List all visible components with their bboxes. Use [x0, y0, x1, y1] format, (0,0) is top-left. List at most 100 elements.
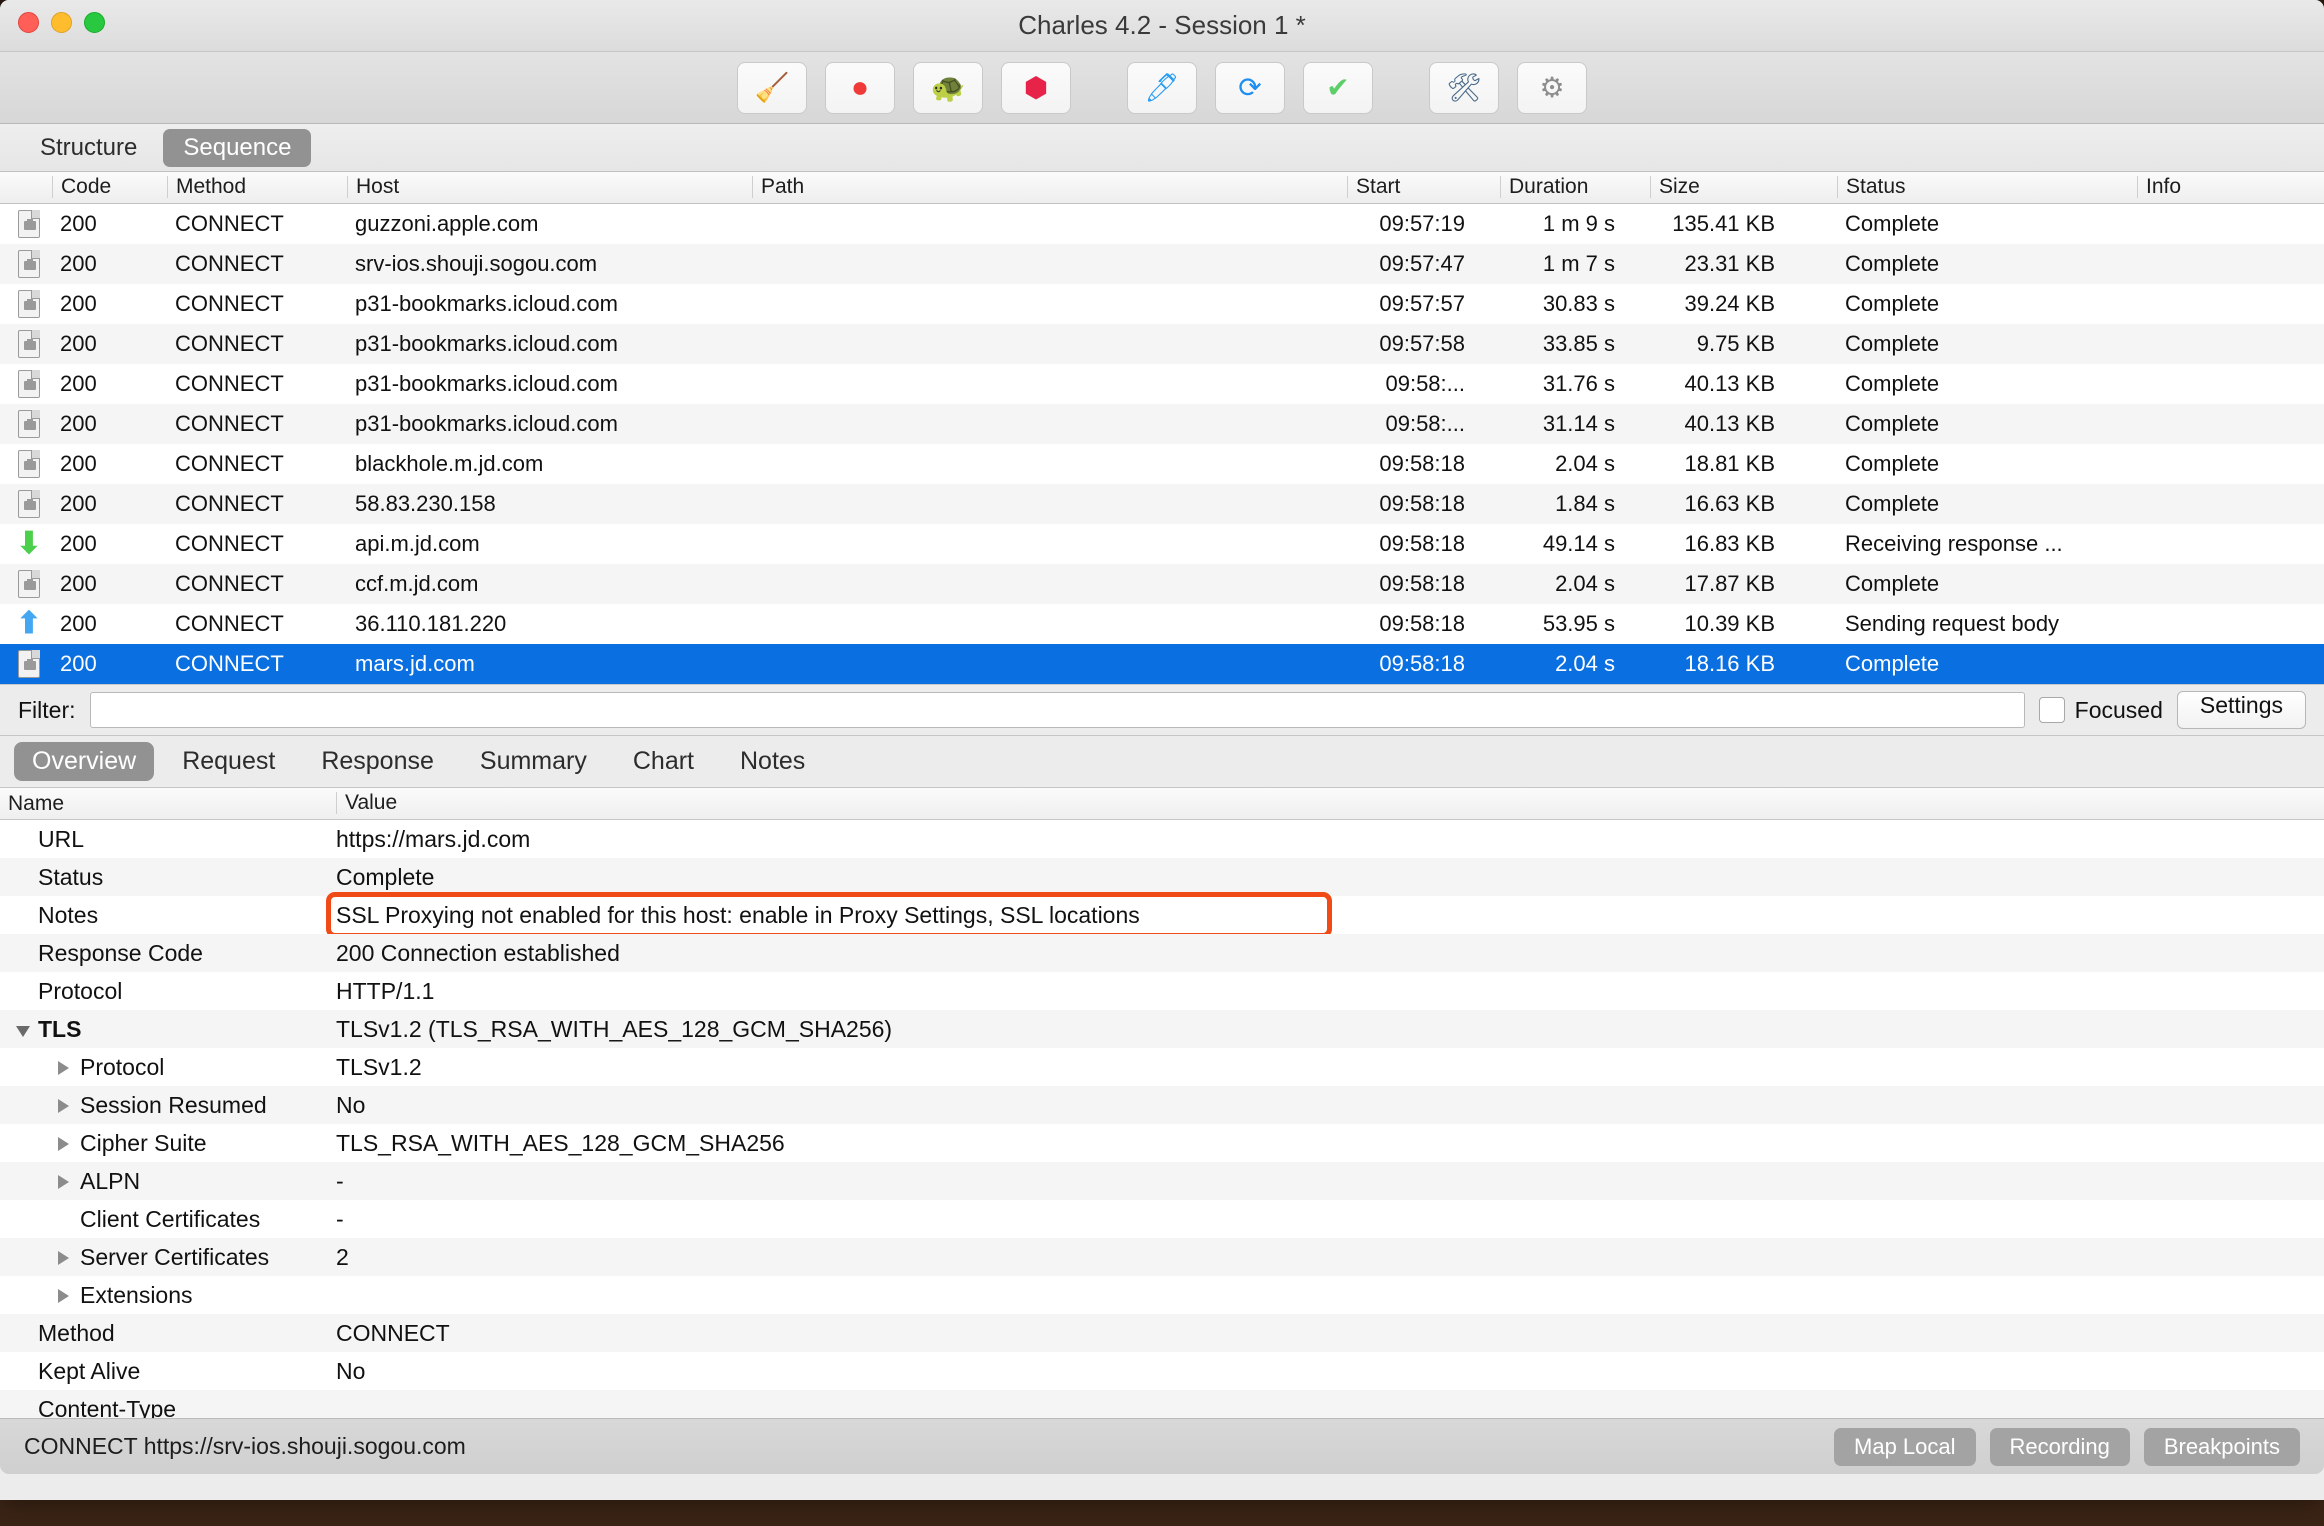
detail-row-value: No: [336, 1358, 366, 1384]
filter-settings-button[interactable]: Settings: [2176, 691, 2306, 729]
settings-button[interactable]: ⚙: [1517, 61, 1587, 114]
chevron-right-icon[interactable]: [58, 1137, 69, 1151]
session-row[interactable]: ⬆ 200 CONNECT 36.110.181.220 09:58:18 53.95 s…: [0, 604, 2324, 644]
recording-button[interactable]: Recording: [1989, 1427, 2130, 1466]
status-bar-text: CONNECT https://srv-ios.shouji.sogou.com: [24, 1433, 466, 1459]
tools-button[interactable]: 🛠: [1429, 61, 1499, 114]
repeat-button[interactable]: ⟳: [1215, 61, 1285, 114]
session-row[interactable]: 200 CONNECT p31-bookmarks.icloud.com 09:58:…: [0, 404, 2324, 444]
column-header-method[interactable]: Method: [167, 176, 246, 198]
column-header-info[interactable]: Info: [2137, 176, 2181, 198]
detail-row[interactable]: Cipher Suite TLS_RSA_WITH_AES_128_GCM_SHA…: [0, 1124, 2324, 1162]
cell-duration: 1.84 s: [1555, 491, 1615, 516]
focused-checkbox[interactable]: [2038, 697, 2065, 723]
filter-input[interactable]: [89, 692, 2025, 728]
lock-icon: [14, 369, 44, 399]
session-row[interactable]: ⬇ 200 CONNECT api.m.jd.com 09:58:18 49.14 s 16…: [0, 524, 2324, 564]
compose-button[interactable]: 🖊: [1127, 61, 1197, 114]
cell-status: Complete: [1845, 451, 1940, 476]
column-header-size[interactable]: Size: [1650, 176, 1700, 198]
toolbar-group-settings: 🛠 ⚙: [1420, 61, 1596, 114]
detail-row-name: Client Certificates: [80, 1206, 261, 1232]
session-row[interactable]: 200 CONNECT p31-bookmarks.icloud.com 09:57:…: [0, 324, 2324, 364]
detail-row[interactable]: Session Resumed No: [0, 1086, 2324, 1124]
cell-status: Complete: [1845, 371, 1940, 396]
chevron-right-icon[interactable]: [58, 1175, 69, 1189]
cell-status: Sending request body: [1845, 611, 2060, 636]
gear-icon: ⚙: [1539, 71, 1565, 103]
throttling-button[interactable]: 🐢: [913, 61, 983, 114]
lock-icon: [14, 289, 44, 319]
session-row[interactable]: 200 CONNECT 58.83.230.158 09:58:18 1.84 s 16.…: [0, 484, 2324, 524]
focused-checkbox-group[interactable]: Focused: [2038, 697, 2163, 724]
detail-row[interactable]: URL https://mars.jd.com: [0, 820, 2324, 858]
cell-method: CONNECT: [175, 571, 284, 596]
cell-size: 16.83 KB: [1684, 531, 1775, 556]
clear-session-button[interactable]: 🧹: [737, 61, 807, 114]
chevron-right-icon[interactable]: [58, 1289, 69, 1303]
chevron-down-icon[interactable]: [16, 1026, 30, 1037]
detail-row[interactable]: Status Complete: [0, 858, 2324, 896]
detail-row[interactable]: Kept Alive No: [0, 1352, 2324, 1390]
detail-row[interactable]: ALPN -: [0, 1162, 2324, 1200]
tab-structure[interactable]: Structure: [20, 129, 157, 167]
cell-code: 200: [60, 571, 97, 596]
chevron-right-icon[interactable]: [58, 1061, 69, 1075]
detail-row[interactable]: Protocol HTTP/1.1: [0, 972, 2324, 1010]
detail-row-name: Status: [38, 864, 104, 890]
session-row[interactable]: 200 CONNECT guzzoni.apple.com 09:57:19 1 m 9…: [0, 204, 2324, 244]
detail-row-name: Kept Alive: [38, 1358, 141, 1384]
detail-column-header-name[interactable]: Name: [8, 792, 64, 816]
session-table-body: 200 CONNECT guzzoni.apple.com 09:57:19 1 m 9…: [0, 204, 2324, 684]
chevron-right-icon[interactable]: [58, 1251, 69, 1265]
detail-row-name: Protocol: [80, 1054, 165, 1080]
column-header-status[interactable]: Status: [1837, 176, 1906, 198]
chevron-right-icon[interactable]: [58, 1099, 69, 1113]
map-local-button[interactable]: Map Local: [1834, 1427, 1976, 1466]
tab-overview[interactable]: Overview: [14, 742, 155, 781]
cell-host: p31-bookmarks.icloud.com: [355, 411, 618, 436]
start-stop-recording-button[interactable]: ⏺: [825, 61, 895, 114]
detail-row[interactable]: Response Code 200 Connection established: [0, 934, 2324, 972]
detail-row-name: Method: [38, 1320, 115, 1346]
lock-icon: [14, 209, 44, 239]
column-header-start[interactable]: Start: [1347, 176, 1400, 198]
detail-row[interactable]: TLS TLSv1.2 (TLS_RSA_WITH_AES_128_GCM_SHA…: [0, 1010, 2324, 1048]
column-header-path[interactable]: Path: [752, 176, 804, 198]
title-bar: Charles 4.2 - Session 1 *: [0, 0, 2324, 52]
detail-row[interactable]: Protocol TLSv1.2: [0, 1048, 2324, 1086]
session-row[interactable]: 200 CONNECT mars.jd.com 09:58:18 2.04 s 18.16…: [0, 644, 2324, 684]
validate-button[interactable]: ✔: [1303, 61, 1373, 114]
cell-code: 200: [60, 331, 97, 356]
tab-chart[interactable]: Chart: [615, 742, 712, 781]
detail-row-value: HTTP/1.1: [336, 978, 435, 1004]
session-row[interactable]: 200 CONNECT ccf.m.jd.com 09:58:18 2.04 s 17.8…: [0, 564, 2324, 604]
cell-method: CONNECT: [175, 291, 284, 316]
session-row[interactable]: 200 CONNECT srv-ios.shouji.sogou.com 09:57:…: [0, 244, 2324, 284]
session-row[interactable]: 200 CONNECT blackhole.m.jd.com 09:58:18 2.04…: [0, 444, 2324, 484]
tab-notes[interactable]: Notes: [722, 742, 823, 781]
cell-status: Complete: [1845, 411, 1940, 436]
tab-sequence[interactable]: Sequence: [163, 128, 312, 167]
column-header-code[interactable]: Code: [52, 176, 111, 198]
column-header-duration[interactable]: Duration: [1500, 176, 1588, 198]
breakpoints-status-button[interactable]: Breakpoints: [2143, 1427, 2300, 1466]
breakpoints-button[interactable]: ⬢: [1001, 61, 1071, 114]
cell-method: CONNECT: [175, 251, 284, 276]
detail-row[interactable]: Server Certificates 2: [0, 1238, 2324, 1276]
detail-row-name: Response Code: [38, 940, 203, 966]
tab-summary[interactable]: Summary: [462, 742, 605, 781]
tab-request[interactable]: Request: [164, 742, 293, 781]
detail-row[interactable]: Notes SSL Proxying not enabled for this h…: [0, 892, 2324, 938]
cell-method: CONNECT: [175, 651, 284, 676]
detail-row[interactable]: Method CONNECT: [0, 1314, 2324, 1352]
cell-size: 17.87 KB: [1684, 571, 1775, 596]
session-row[interactable]: 200 CONNECT p31-bookmarks.icloud.com 09:57:…: [0, 284, 2324, 324]
detail-row[interactable]: Client Certificates -: [0, 1200, 2324, 1238]
detail-column-header-value[interactable]: Value: [336, 792, 397, 814]
session-row[interactable]: 200 CONNECT p31-bookmarks.icloud.com 09:58:…: [0, 364, 2324, 404]
tab-response[interactable]: Response: [303, 742, 452, 781]
cell-method: CONNECT: [175, 611, 284, 636]
detail-row[interactable]: Extensions: [0, 1276, 2324, 1314]
column-header-host[interactable]: Host: [347, 176, 399, 198]
